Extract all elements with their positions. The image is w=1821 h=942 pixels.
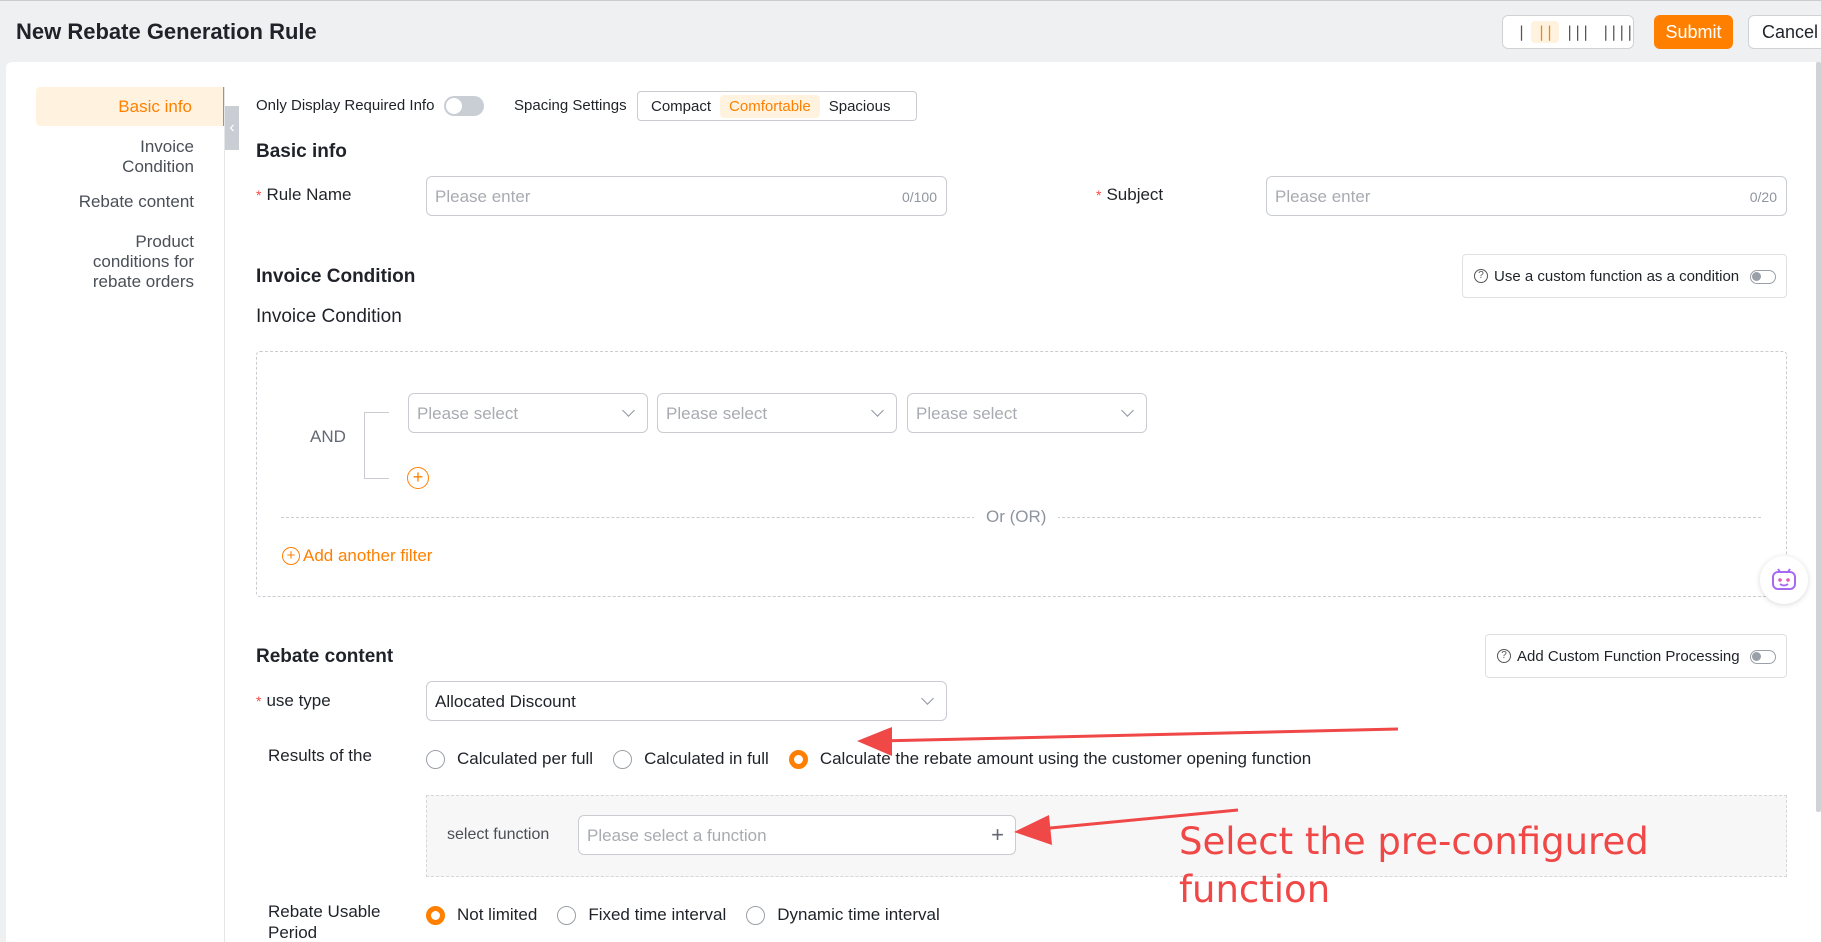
- chevron-down-icon: [622, 404, 635, 417]
- cancel-button[interactable]: Cancel: [1748, 15, 1821, 49]
- spacing-settings-label: Spacing Settings: [514, 97, 627, 114]
- column-option-2[interactable]: ||: [1531, 21, 1560, 43]
- condition-operator-select[interactable]: Please select: [657, 393, 897, 433]
- only-required-label: Only Display Required Info: [256, 97, 435, 114]
- nav-item-invoice-condition[interactable]: Invoice Condition: [36, 137, 225, 177]
- spacing-segmented-control: Compact Comfortable Spacious: [637, 91, 917, 121]
- nav-item-basic-info[interactable]: Basic info: [36, 87, 225, 126]
- submit-button[interactable]: Submit: [1654, 15, 1733, 49]
- column-option-3[interactable]: |||: [1559, 21, 1595, 43]
- required-mark: *: [256, 187, 262, 203]
- usable-period-radio-group: Not limited Fixed time interval Dynamic …: [426, 905, 960, 925]
- condition-group-box: [256, 351, 1787, 597]
- results-label: Results of the: [268, 746, 372, 765]
- chevron-down-icon: [921, 692, 934, 705]
- add-condition-icon[interactable]: +: [407, 467, 429, 489]
- radio-calculated-in-full[interactable]: Calculated in full: [613, 749, 769, 769]
- page-title: New Rebate Generation Rule: [16, 19, 317, 44]
- custom-function-condition-box: ? Use a custom function as a condition: [1462, 254, 1787, 298]
- help-icon: ?: [1474, 269, 1488, 283]
- required-mark: *: [256, 693, 262, 709]
- spacing-compact[interactable]: Compact: [642, 95, 720, 118]
- invoice-condition-subtitle: Invoice Condition: [256, 306, 402, 327]
- use-type-select[interactable]: Allocated Discount: [426, 681, 947, 721]
- robot-icon: [1772, 568, 1796, 590]
- usable-period-label: Rebate Usable Period: [268, 902, 381, 942]
- page-scrollbar[interactable]: [1816, 62, 1821, 812]
- assistant-bot-button[interactable]: [1760, 556, 1808, 604]
- select-function-label: select function: [447, 826, 550, 843]
- condition-field-select[interactable]: Please select: [408, 393, 648, 433]
- and-bracket: [364, 412, 389, 479]
- required-mark: *: [1096, 187, 1102, 203]
- spacing-spacious[interactable]: Spacious: [820, 95, 900, 118]
- chevron-down-icon: [871, 404, 884, 417]
- radio-fixed-time-interval[interactable]: Fixed time interval: [557, 905, 726, 925]
- help-icon: ?: [1497, 649, 1511, 663]
- or-label: Or (OR): [974, 507, 1059, 527]
- nav-item-product-conditions[interactable]: Product conditions for rebate orders: [36, 232, 225, 292]
- custom-function-processing-box: ? Add Custom Function Processing: [1485, 634, 1787, 678]
- rule-name-input[interactable]: Please enter 0/100: [426, 176, 947, 216]
- radio-calculated-per-full[interactable]: Calculated per full: [426, 749, 593, 769]
- use-type-label: * use type: [256, 691, 331, 710]
- custom-function-processing-toggle[interactable]: [1750, 650, 1776, 664]
- condition-value-select[interactable]: Please select: [907, 393, 1147, 433]
- add-another-filter-button[interactable]: + Add another filter: [282, 546, 432, 566]
- subject-label: * Subject: [1096, 185, 1164, 204]
- invoice-condition-title: Invoice Condition: [256, 266, 416, 287]
- rebate-content-title: Rebate content: [256, 646, 394, 667]
- section-nav: Basic info Invoice Condition Rebate cont…: [36, 87, 225, 292]
- chevron-left-icon: ‹: [229, 119, 235, 136]
- plus-circle-icon: +: [282, 547, 300, 565]
- column-option-4[interactable]: ||||: [1595, 21, 1639, 43]
- nav-item-rebate-content[interactable]: Rebate content: [36, 192, 225, 212]
- column-option-1[interactable]: |: [1511, 21, 1531, 43]
- custom-function-condition-toggle[interactable]: [1750, 270, 1776, 284]
- collapse-nav-button[interactable]: ‹: [225, 106, 239, 150]
- rule-name-counter: 0/100: [901, 189, 937, 205]
- subject-input[interactable]: Please enter 0/20: [1266, 176, 1787, 216]
- column-layout-switch: | || ||| ||||: [1502, 15, 1634, 49]
- spacing-comfortable[interactable]: Comfortable: [720, 94, 820, 118]
- subject-counter: 0/20: [1749, 189, 1777, 205]
- basic-info-title: Basic info: [256, 141, 347, 162]
- top-bar: New Rebate Generation Rule | || ||| ||||…: [0, 0, 1821, 60]
- radio-not-limited[interactable]: Not limited: [426, 905, 537, 925]
- plus-icon[interactable]: +: [991, 822, 1004, 848]
- chevron-down-icon: [1121, 404, 1134, 417]
- and-label: AND: [310, 427, 346, 446]
- select-function-input[interactable]: Please select a function +: [578, 815, 1016, 855]
- only-required-toggle[interactable]: [444, 96, 484, 116]
- results-radio-group: Calculated per full Calculated in full C…: [426, 749, 1331, 769]
- radio-customer-opening-function[interactable]: Calculate the rebate amount using the cu…: [788, 749, 1311, 769]
- custom-function-processing-label: Add Custom Function Processing: [1517, 648, 1740, 665]
- annotation-text: Select the pre-configured function: [1179, 820, 1649, 911]
- radio-dynamic-time-interval[interactable]: Dynamic time interval: [746, 905, 940, 925]
- nav-divider: [224, 87, 225, 942]
- rule-name-label: * Rule Name: [256, 185, 352, 204]
- custom-function-condition-label: Use a custom function as a condition: [1494, 268, 1740, 285]
